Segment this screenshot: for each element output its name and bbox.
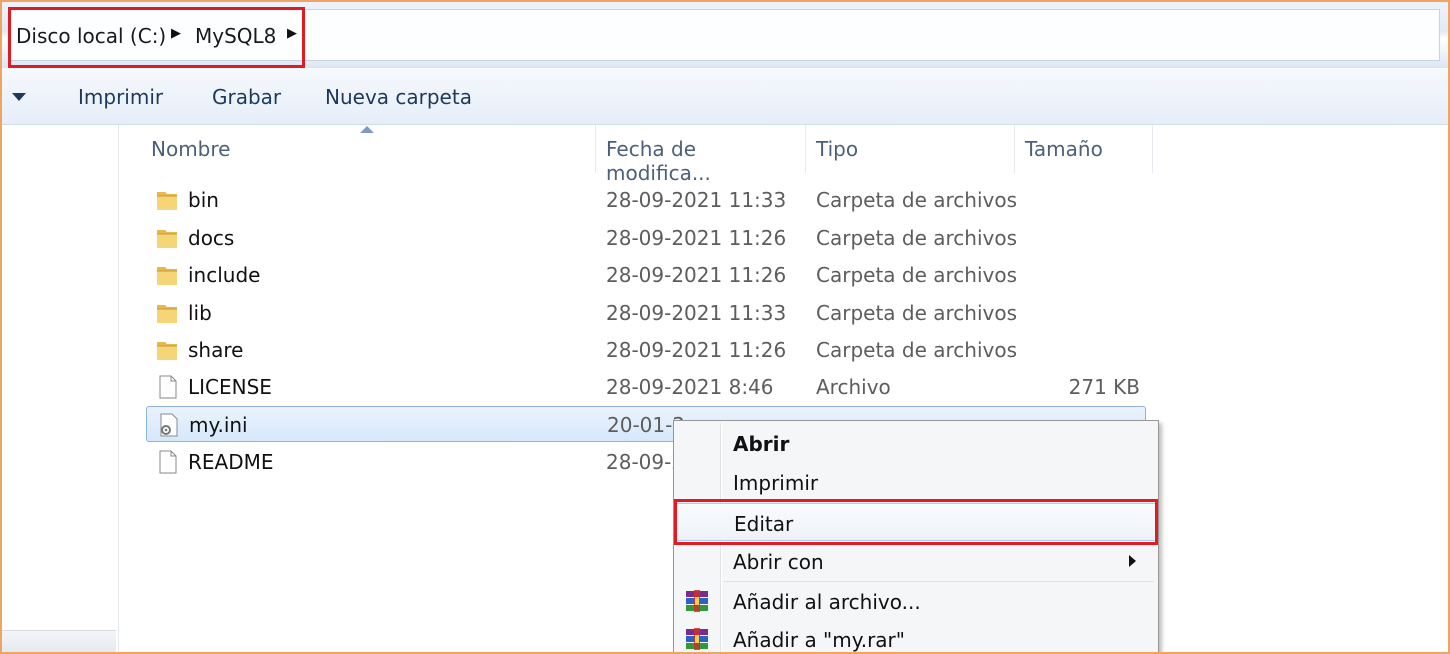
file-date: 28-09-2021 11:26 — [606, 263, 787, 287]
context-menu-item-open[interactable]: Abrir — [674, 424, 1158, 462]
file-type: Carpeta de archivos — [816, 301, 1018, 325]
winrar-icon — [684, 626, 710, 652]
file-date: 28-09-2021 11:26 — [606, 338, 787, 362]
edit-highlight-box — [674, 499, 1158, 545]
context-menu-label: Añadir al archivo... — [733, 590, 921, 614]
column-header-size[interactable]: Tamaño — [1015, 125, 1153, 173]
file-type: Carpeta de archivos — [816, 338, 1018, 362]
explorer-window: Disco local (C:) ▶ MySQL8 ▶ Imprimir Gra… — [0, 0, 1450, 654]
column-header-date[interactable]: Fecha de modifica... — [596, 125, 806, 185]
file-row-docs[interactable]: docs 28-09-2021 11:26 Carpeta de archivo… — [146, 220, 1146, 256]
navigation-pane-scrollbar[interactable] — [2, 630, 116, 652]
column-header-type[interactable]: Tipo — [806, 125, 1015, 173]
context-menu-label: Añadir a "my.rar" — [733, 628, 905, 652]
folder-icon — [154, 336, 182, 364]
file-row-bin[interactable]: bin 28-09-2021 11:33 Carpeta de archivos — [146, 182, 1146, 218]
folder-icon — [154, 186, 182, 214]
folder-icon — [154, 299, 182, 327]
file-row-lib[interactable]: lib 28-09-2021 11:33 Carpeta de archivos — [146, 295, 1146, 331]
burn-button[interactable]: Grabar — [212, 85, 281, 109]
column-header-label: Fecha de modifica... — [606, 137, 711, 185]
file-name: bin — [188, 188, 219, 212]
column-header-label: Nombre — [151, 137, 231, 161]
sort-ascending-icon — [360, 126, 374, 133]
settings-file-icon — [155, 411, 183, 439]
context-menu-item-print[interactable]: Imprimir — [674, 463, 1158, 501]
organize-dropdown-icon[interactable] — [12, 93, 26, 101]
column-header-label: Tamaño — [1025, 137, 1103, 161]
folder-icon — [154, 261, 182, 289]
file-type: Carpeta de archivos — [816, 226, 1018, 250]
file-name: README — [188, 450, 274, 474]
file-size: 271 KB — [1068, 375, 1140, 399]
column-header-label: Tipo — [816, 137, 859, 161]
navigation-pane[interactable] — [2, 125, 119, 652]
file-name: share — [188, 338, 244, 362]
print-button[interactable]: Imprimir — [78, 85, 163, 109]
file-date: 28-09-2021 8:46 — [606, 375, 774, 399]
context-menu-label: Abrir — [733, 432, 790, 456]
file-type: Carpeta de archivos — [816, 263, 1018, 287]
command-bar: Imprimir Grabar Nueva carpeta — [2, 68, 1448, 125]
file-type: Archivo — [816, 375, 891, 399]
file-name: docs — [188, 226, 235, 250]
breadcrumb-highlight-box — [8, 7, 305, 68]
context-menu-item-add-to-archive[interactable]: Añadir al archivo... — [674, 582, 1158, 620]
file-name: my.ini — [189, 413, 248, 437]
file-icon — [154, 373, 182, 401]
file-row-share[interactable]: share 28-09-2021 11:26 Carpeta de archiv… — [146, 332, 1146, 368]
file-name: LICENSE — [188, 375, 272, 399]
winrar-icon — [684, 588, 710, 614]
file-date: 28-09-2021 11:33 — [606, 301, 787, 325]
file-type: Carpeta de archivos — [816, 188, 1018, 212]
file-icon — [154, 448, 182, 476]
context-menu-item-open-with[interactable]: Abrir con — [674, 542, 1158, 580]
file-row-include[interactable]: include 28-09-2021 11:26 Carpeta de arch… — [146, 257, 1146, 293]
file-date: 28-09-2021 11:26 — [606, 226, 787, 250]
new-folder-button[interactable]: Nueva carpeta — [325, 85, 472, 109]
file-name: include — [188, 263, 261, 287]
folder-icon — [154, 224, 182, 252]
file-date: 28-09-2021 11:33 — [606, 188, 787, 212]
submenu-arrow-icon — [1129, 555, 1136, 567]
context-menu-label: Imprimir — [733, 471, 819, 495]
context-menu-item-add-to-my-rar[interactable]: Añadir a "my.rar" — [674, 620, 1158, 652]
file-name: lib — [188, 301, 212, 325]
file-row-license[interactable]: LICENSE 28-09-2021 8:46 Archivo 271 KB — [146, 369, 1146, 405]
context-menu-label: Abrir con — [733, 550, 824, 574]
